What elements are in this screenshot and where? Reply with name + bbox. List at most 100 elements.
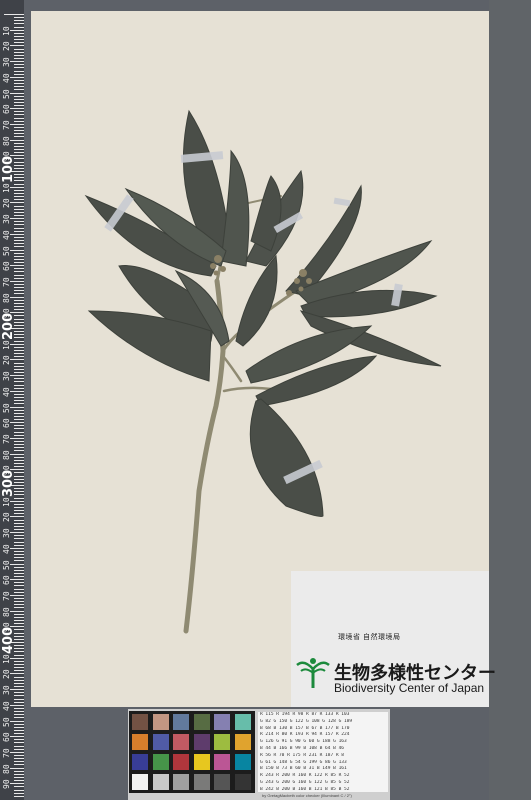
- ruler-tick: [10, 751, 24, 753]
- ruler-tick: [14, 789, 24, 791]
- ruler-tick: [14, 538, 24, 540]
- ruler-tick: [14, 353, 24, 355]
- ruler-tick: [14, 196, 24, 198]
- ruler-minor-label: 90: [2, 779, 11, 790]
- ruler-minor-label: 40: [2, 387, 11, 397]
- ruler-tick: [14, 692, 24, 694]
- ruler-tick: [14, 463, 24, 465]
- ruler-tick: [14, 431, 24, 433]
- color-swatch: [193, 754, 210, 770]
- ruler-tick: [14, 682, 24, 684]
- ruler-tick: [14, 180, 24, 182]
- leaf: [220, 149, 250, 267]
- color-value-row: B 150 B 73 B 60 B 31 B 149 B 161: [260, 766, 347, 772]
- ruler-tick: [14, 425, 24, 427]
- ruler-minor-label: 10: [2, 26, 11, 36]
- leaves: [84, 109, 442, 517]
- ruler-tick: [14, 528, 24, 530]
- ruler-tick: [14, 685, 24, 687]
- color-value-row: G 61 G 148 G 54 G 199 G 86 G 133: [260, 759, 347, 765]
- color-swatch: [193, 714, 210, 730]
- ruler-tick: [14, 111, 24, 113]
- ruler-tick: [10, 783, 24, 785]
- ruler-tick: [14, 337, 24, 339]
- ruler-tick: [10, 218, 24, 220]
- ruler-tick: [14, 582, 24, 584]
- ruler-tick: [14, 42, 24, 44]
- ruler-tick: [14, 205, 24, 207]
- ruler-tick: [10, 249, 24, 251]
- ruler-tick: [10, 29, 24, 31]
- ruler-tick: [10, 123, 24, 125]
- ministry-label: 環境省 自然環境局: [338, 634, 401, 641]
- color-swatch: [173, 754, 189, 770]
- ruler-minor-label: 70: [2, 748, 11, 758]
- ruler-tick: [14, 613, 24, 615]
- ruler-tick: [10, 76, 24, 78]
- ruler-minor-label: 20: [2, 355, 11, 366]
- ruler-tick: [14, 252, 24, 254]
- color-swatch: [173, 774, 189, 790]
- leaf: [249, 398, 324, 517]
- ruler-tick: [14, 258, 24, 260]
- ruler-tick: [14, 95, 24, 97]
- ruler-minor-label: 70: [2, 277, 11, 287]
- ruler-tick: [10, 547, 24, 549]
- ruler-minor-label: 70: [2, 120, 11, 130]
- ruler-minor-label: 50: [2, 88, 11, 99]
- ruler-tick: [14, 777, 24, 779]
- ruler-tick: [14, 588, 24, 590]
- ruler-tick: [14, 717, 24, 719]
- ruler-tick: [14, 714, 24, 716]
- ruler-tick: [14, 284, 24, 286]
- ruler-tick: [14, 557, 24, 559]
- ruler-tick: [14, 522, 24, 524]
- ruler-tick: [10, 704, 24, 706]
- ruler-tick: [14, 601, 24, 603]
- ruler-tick: [10, 689, 24, 691]
- ruler-minor-label: 50: [2, 402, 11, 413]
- ruler-tick: [10, 390, 24, 392]
- ruler-tick: [14, 287, 24, 289]
- color-swatch: [132, 754, 148, 770]
- ruler-tick: [10, 736, 24, 738]
- ruler-tick: [10, 720, 24, 722]
- ruler-tick: [14, 403, 24, 405]
- ruler-tick: [14, 698, 24, 700]
- ruler-minor-label: 40: [2, 73, 11, 83]
- ruler-tick: [14, 585, 24, 587]
- ruler-tick: [14, 591, 24, 593]
- ruler-tick: [14, 726, 24, 728]
- ruler-tick: [14, 368, 24, 370]
- ruler-tick: [10, 594, 24, 596]
- ruler-tick: [14, 35, 24, 37]
- ruler-tick: [14, 598, 24, 600]
- ruler-tick: [14, 290, 24, 292]
- ruler-tick: [14, 758, 24, 760]
- ruler-tick: [10, 767, 24, 769]
- ruler-tick: [14, 660, 24, 662]
- ruler-tick: [14, 701, 24, 703]
- ruler-tick: [14, 488, 24, 490]
- ruler-tick: [14, 334, 24, 336]
- ruler-tick: [10, 422, 24, 424]
- ruler-tick: [14, 506, 24, 508]
- ruler-tick: [14, 340, 24, 342]
- color-swatch: [152, 774, 169, 790]
- color-value-row: G 126 G 91 G 90 G 60 G 188 G 163: [260, 739, 347, 745]
- ruler-tick: [14, 32, 24, 34]
- ruler-minor-label: 30: [2, 371, 11, 382]
- ruler-tick: [14, 274, 24, 276]
- color-checker: [129, 711, 255, 793]
- ruler-tick: [14, 623, 24, 625]
- ruler-tick: [14, 393, 24, 395]
- ruler-minor-label: 80: [2, 606, 11, 617]
- ruler-minor-label: 80: [2, 135, 11, 146]
- ruler-major-label: 200: [1, 312, 16, 340]
- ruler-minor-label: 30: [2, 214, 11, 225]
- ruler-tick: [14, 648, 24, 650]
- ruler-tick: [14, 786, 24, 788]
- ruler-tick: [10, 92, 24, 94]
- color-swatch: [193, 774, 210, 790]
- ruler-tick: [14, 397, 24, 399]
